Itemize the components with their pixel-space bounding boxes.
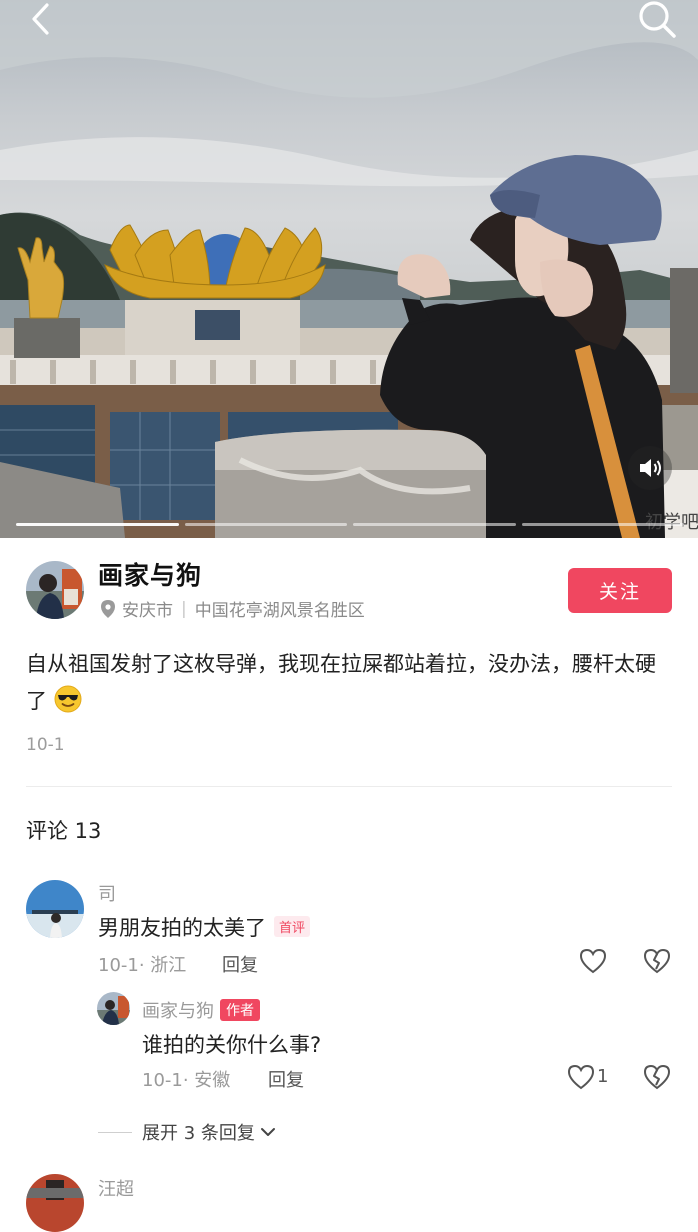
reply-button[interactable]: 回复 — [222, 951, 258, 977]
reply-username[interactable]: 画家与狗 — [142, 1001, 214, 1022]
sound-toggle-button[interactable] — [628, 446, 672, 490]
broken-heart-icon — [643, 1064, 671, 1090]
reply-username-row: 画家与狗 作者 — [142, 997, 260, 1023]
location-pin-icon — [101, 599, 115, 618]
search-icon — [639, 1, 676, 38]
expand-divider — [98, 1132, 132, 1133]
slide-progress-segment — [353, 523, 516, 526]
slide-progress-segment — [184, 523, 347, 526]
like-button[interactable] — [578, 946, 608, 976]
slide-progress-segment — [521, 523, 684, 526]
post-date: 10-1 — [26, 735, 65, 755]
first-comment-badge: 首评 — [274, 916, 311, 937]
follow-button[interactable]: 关注 — [568, 568, 672, 613]
expand-replies-button[interactable]: 展开 3 条回复 — [142, 1119, 277, 1145]
like-count: 1 — [597, 1066, 609, 1087]
expand-replies-label: 展开 3 条回复 — [142, 1123, 255, 1144]
author-badge: 作者 — [220, 999, 260, 1021]
avatar-image — [26, 561, 84, 619]
location-place: 中国花亭湖风景名胜区 — [194, 601, 365, 621]
commenter-avatar[interactable] — [26, 880, 84, 938]
divider — [26, 786, 672, 787]
post-photo[interactable]: 初学吧 — [0, 0, 698, 538]
post-location[interactable]: 安庆市 | 中国花亭湖风景名胜区 — [100, 596, 365, 621]
reply-button[interactable]: 回复 — [268, 1066, 304, 1092]
speaker-icon — [640, 459, 661, 477]
broken-heart-icon — [643, 948, 671, 974]
avatar-image — [26, 880, 84, 938]
photo-scene: 初学吧 — [0, 0, 698, 538]
comment-username[interactable]: 汪超 — [98, 1175, 134, 1201]
sunglasses-emoji-icon — [54, 685, 82, 713]
like-button[interactable] — [566, 1062, 596, 1092]
comment-username[interactable]: 司 — [98, 880, 116, 906]
reply-text: 谁拍的关你什么事? — [142, 1033, 322, 1057]
slide-progress-segment — [16, 523, 179, 526]
comment-text: 男朋友拍的太美了 首评 — [98, 912, 311, 942]
comments-count-title: 评论 13 — [26, 819, 102, 843]
comment-text-content: 男朋友拍的太美了 — [98, 916, 266, 940]
chevron-down-icon — [260, 1128, 275, 1136]
comment-meta: 10-1· 浙江 — [98, 955, 187, 976]
reply-meta: 10-1· 安徽 — [142, 1070, 231, 1091]
dislike-button[interactable] — [642, 946, 672, 976]
dislike-button[interactable] — [642, 1062, 672, 1092]
post-text: 自从祖国发射了这枚导弹，我现在拉屎都站着拉，没办法，腰杆太硬了 — [26, 652, 656, 713]
commenter-avatar[interactable] — [26, 1174, 84, 1232]
back-button[interactable] — [20, 0, 64, 40]
post-body: 自从祖国发射了这枚导弹，我现在拉屎都站着拉，没办法，腰杆太硬了 — [26, 646, 676, 720]
chevron-left-icon — [32, 3, 49, 35]
search-button[interactable] — [636, 0, 680, 40]
avatar-image — [97, 992, 130, 1025]
avatar-image — [26, 1174, 84, 1232]
slide-progress — [16, 523, 684, 527]
heart-icon — [567, 1064, 595, 1090]
author-avatar[interactable] — [26, 561, 84, 619]
reply-author-avatar[interactable] — [97, 992, 130, 1025]
heart-icon — [579, 948, 607, 974]
location-separator: | — [181, 598, 187, 619]
location-city: 安庆市 — [122, 601, 173, 621]
author-name[interactable]: 画家与狗 — [98, 556, 202, 592]
